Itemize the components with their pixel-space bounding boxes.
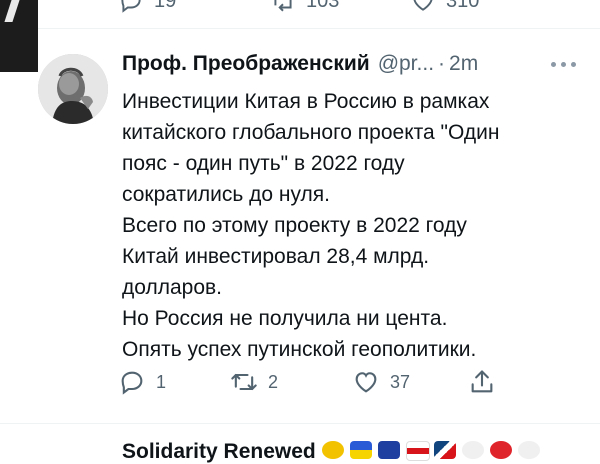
separator: · <box>438 52 446 75</box>
reply-icon <box>121 0 141 13</box>
czech-flag-emoji <box>434 441 456 459</box>
retweet-icon <box>274 0 292 12</box>
retweet-count: 2 <box>268 371 279 392</box>
prev-like-count: 310 <box>446 0 480 12</box>
more-button[interactable] <box>551 62 581 70</box>
tweet-actions: 1 2 37 <box>118 368 538 402</box>
share-icon <box>471 370 493 393</box>
like-count: 37 <box>390 371 411 392</box>
previous-tweet-actions: 19 103 310 <box>110 0 510 14</box>
prev-reply-button[interactable]: 19 <box>118 0 176 14</box>
reply-count: 1 <box>156 371 167 392</box>
more-icon-dot <box>561 62 566 67</box>
tweet-text-line: долларов. <box>122 276 223 299</box>
reply-button[interactable]: 1 <box>118 368 166 396</box>
eu-flag-emoji <box>378 441 400 459</box>
avatar-image <box>38 54 108 124</box>
more-icon-dot <box>571 62 576 67</box>
tweet-text-line: Но Россия не получила ни цента. <box>122 307 448 330</box>
heart-icon <box>355 372 377 393</box>
author-handle[interactable]: @pr... <box>378 52 434 76</box>
sunflower-emoji <box>322 441 344 459</box>
tweet-text-line: пояс - один путь" в 2022 году <box>122 152 405 175</box>
more-icon <box>551 62 556 67</box>
prev-like-button[interactable]: 310 <box>410 0 479 14</box>
divider <box>0 423 600 424</box>
tweet-text-line: Всего по этому проекту в 2022 году <box>122 214 467 237</box>
share-button[interactable] <box>468 368 496 396</box>
timestamp[interactable]: 2m <box>449 52 478 76</box>
tweet-text-line: сократились до нуля. <box>122 183 330 206</box>
tweet-text-line: Инвестиции Китая в Россию в рамках <box>122 90 490 113</box>
retweet-icon <box>231 373 257 391</box>
window-edge <box>0 0 38 72</box>
reply-icon <box>121 371 143 395</box>
next-author-name[interactable]: Solidarity Renewed <box>122 440 316 464</box>
tweet-text-line: Опять успех путинской геополитики. <box>122 338 477 361</box>
ukraine-flag-emoji <box>350 441 372 459</box>
prev-retweet-count: 103 <box>306 0 340 12</box>
white-heart-emoji <box>462 441 484 459</box>
retweet-button[interactable]: 2 <box>230 368 278 396</box>
tweet-text: Инвестиции Китая в Россию в рамках китай… <box>122 86 582 365</box>
divider <box>38 28 600 29</box>
prev-retweet-button[interactable]: 103 <box>270 0 339 14</box>
author-name[interactable]: Проф. Преображенский <box>122 52 370 76</box>
tweet-text-line: китайского глобального проекта "Один <box>122 121 500 144</box>
avatar[interactable] <box>38 54 108 124</box>
tweet-header: Проф. Преображенский @pr... · 2m <box>122 52 478 76</box>
flag-emoji <box>406 441 430 461</box>
like-button[interactable]: 37 <box>352 368 410 396</box>
tweet-text-line: Китай инвестировал 28,4 млрд. <box>122 245 430 268</box>
red-heart-emoji <box>490 441 512 459</box>
white-heart-emoji <box>518 441 540 459</box>
heart-icon <box>413 0 433 11</box>
prev-reply-count: 19 <box>154 0 177 12</box>
